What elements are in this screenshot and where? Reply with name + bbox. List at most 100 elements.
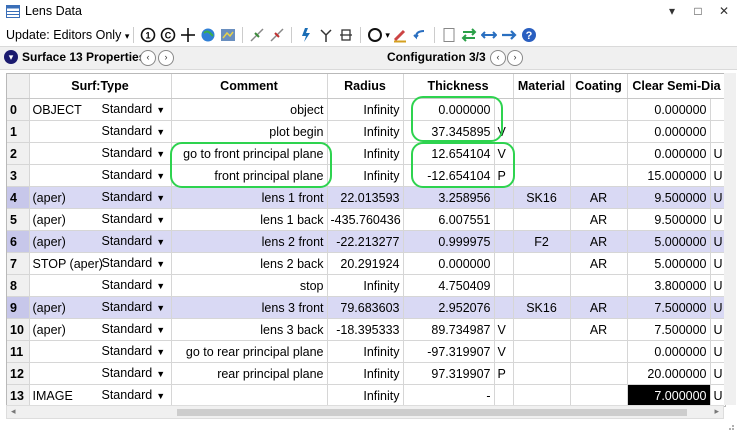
row-number[interactable]: 11 xyxy=(7,340,30,363)
table-row[interactable]: 7 STOP (aper) Standard ▼ lens 2 back 20.29192… xyxy=(7,252,725,275)
coating-cell[interactable]: AR xyxy=(570,208,628,231)
table-row[interactable]: 11 Standard ▼ go to rear principal plane Inf… xyxy=(7,340,725,363)
surf-type-cell[interactable]: Standard ▼ xyxy=(29,164,172,187)
comment-cell[interactable]: plot begin xyxy=(171,120,328,143)
clear-semi-dia-cell[interactable]: 7.500000 xyxy=(627,318,711,341)
chevron-down-icon[interactable]: ▼ xyxy=(156,259,165,269)
clear-semi-dia-cell[interactable]: 7.500000 xyxy=(627,296,711,319)
col-header-surf-type[interactable]: Surf:Type xyxy=(29,74,172,99)
coating-cell[interactable] xyxy=(570,362,628,385)
thickness-cell[interactable]: - xyxy=(403,384,495,406)
compass-icon[interactable]: 1 xyxy=(139,26,157,44)
resize-grip-icon[interactable] xyxy=(725,421,735,431)
slider-icon[interactable] xyxy=(268,26,286,44)
material-cell[interactable] xyxy=(513,362,571,385)
prev-surface-button[interactable]: ‹ xyxy=(140,50,156,66)
chevron-down-icon[interactable]: ▼ xyxy=(156,215,165,225)
row-number[interactable]: 4 xyxy=(7,186,30,209)
chevron-down-icon[interactable]: ▼ xyxy=(156,325,165,335)
chevron-down-icon[interactable]: ▼ xyxy=(156,149,165,159)
surf-type-cell[interactable]: (aper) Standard ▼ xyxy=(29,208,172,231)
thickness-solve-cell[interactable] xyxy=(494,252,514,275)
comment-cell[interactable]: object xyxy=(171,98,328,121)
clear-semi-dia-cell[interactable]: 7.000000 xyxy=(627,384,711,406)
material-cell[interactable] xyxy=(513,98,571,121)
thickness-solve-cell[interactable] xyxy=(494,230,514,253)
row-number[interactable]: 6 xyxy=(7,230,30,253)
surface-type[interactable]: Standard ▼ xyxy=(102,234,166,248)
radius-cell[interactable]: -22.213277 xyxy=(327,230,404,253)
next-config-button[interactable]: › xyxy=(507,50,523,66)
surface-type[interactable]: Standard ▼ xyxy=(102,212,166,226)
vertical-scrollbar[interactable] xyxy=(724,73,736,405)
surface-type[interactable]: Standard ▼ xyxy=(102,124,166,138)
coating-cell[interactable]: AR xyxy=(570,186,628,209)
surf-type-cell[interactable]: (aper) Standard ▼ xyxy=(29,296,172,319)
row-number[interactable]: 13 xyxy=(7,384,30,406)
thickness-cell[interactable]: -12.654104 xyxy=(403,164,495,187)
slider-icon[interactable] xyxy=(248,26,266,44)
comment-cell[interactable]: front principal plane xyxy=(171,164,328,187)
table-row[interactable]: 10 (aper) Standard ▼ lens 3 back -18.395333 89… xyxy=(7,318,725,341)
comment-cell[interactable]: lens 3 back xyxy=(171,318,328,341)
material-cell[interactable] xyxy=(513,318,571,341)
radius-cell[interactable]: 20.291924 xyxy=(327,252,404,275)
radius-cell[interactable]: Infinity xyxy=(327,362,404,385)
comment-cell[interactable]: go to front principal plane xyxy=(171,142,328,165)
row-number[interactable]: 2 xyxy=(7,142,30,165)
material-cell[interactable]: SK16 xyxy=(513,296,571,319)
surface-type[interactable]: Standard ▼ xyxy=(102,190,166,204)
thickness-solve-cell[interactable]: P xyxy=(494,362,514,385)
clear-semi-dia-cell[interactable]: 5.000000 xyxy=(627,252,711,275)
page-icon[interactable] xyxy=(440,26,458,44)
chevron-down-icon[interactable]: ▼ xyxy=(156,171,165,181)
surface-type[interactable]: Standard ▼ xyxy=(102,344,166,358)
material-cell[interactable] xyxy=(513,252,571,275)
surface-properties-label[interactable]: Surface 13 Properties xyxy=(22,50,145,64)
table-row[interactable]: 4 (aper) Standard ▼ lens 1 front 22.013593 3.2… xyxy=(7,186,725,209)
double-arrow-icon[interactable] xyxy=(480,26,498,44)
material-cell[interactable] xyxy=(513,142,571,165)
dropdown-window-button[interactable]: ▾ xyxy=(659,0,685,24)
clear-semi-dia-cell[interactable]: 9.500000 xyxy=(627,186,711,209)
coating-cell[interactable] xyxy=(570,142,628,165)
radius-cell[interactable]: -435.760436 xyxy=(327,208,404,231)
material-cell[interactable] xyxy=(513,208,571,231)
layout-icon[interactable] xyxy=(219,26,237,44)
col-header-thickness[interactable]: Thickness xyxy=(403,74,514,99)
globe-icon[interactable] xyxy=(199,26,217,44)
wrap-icon[interactable] xyxy=(411,26,429,44)
thickness-solve-cell[interactable] xyxy=(494,384,514,406)
scroll-right-icon[interactable]: ▸ xyxy=(714,406,719,417)
comment-cell[interactable]: go to rear principal plane xyxy=(171,340,328,363)
surface-type[interactable]: Standard ▼ xyxy=(102,388,166,402)
table-row[interactable]: 9 (aper) Standard ▼ lens 3 front 79.683603 2.9… xyxy=(7,296,725,319)
chevron-down-icon[interactable]: ▼ xyxy=(156,237,165,247)
table-row[interactable]: 13IMAGEStandard▼Infinity-7.000000U0. xyxy=(7,384,725,406)
coating-cell[interactable]: AR xyxy=(570,252,628,275)
horizontal-scroll-thumb[interactable] xyxy=(177,409,687,416)
split-icon[interactable] xyxy=(337,26,355,44)
row-number[interactable]: 7 xyxy=(7,252,30,275)
coating-cell[interactable] xyxy=(570,120,628,143)
comment-cell[interactable]: stop xyxy=(171,274,328,297)
thickness-solve-cell[interactable] xyxy=(494,274,514,297)
thickness-solve-cell[interactable]: P xyxy=(494,164,514,187)
table-row[interactable]: 0 OBJECT Standard ▼ object Infinity 0.000000 0.… xyxy=(7,98,725,121)
surf-type-cell[interactable]: Standard ▼ xyxy=(29,142,172,165)
row-number[interactable]: 0 xyxy=(7,98,30,121)
bolt-icon[interactable] xyxy=(297,26,315,44)
material-cell[interactable] xyxy=(513,164,571,187)
clear-semi-dia-cell[interactable]: 3.800000 xyxy=(627,274,711,297)
table-row[interactable]: 5 (aper) Standard ▼ lens 1 back -435.760436 6.… xyxy=(7,208,725,231)
material-cell[interactable] xyxy=(513,384,571,406)
thickness-cell[interactable]: 4.750409 xyxy=(403,274,495,297)
thickness-solve-cell[interactable] xyxy=(494,98,514,121)
row-number[interactable]: 10 xyxy=(7,318,30,341)
close-button[interactable]: ✕ xyxy=(711,0,737,24)
table-row[interactable]: 1 Standard ▼ plot begin Infinity 37.345895 V 0.… xyxy=(7,120,725,143)
material-cell[interactable] xyxy=(513,340,571,363)
clear-semi-dia-cell[interactable]: 0.000000 xyxy=(627,340,711,363)
thickness-solve-cell[interactable] xyxy=(494,296,514,319)
clear-semi-dia-cell[interactable]: 0.000000 xyxy=(627,98,711,121)
